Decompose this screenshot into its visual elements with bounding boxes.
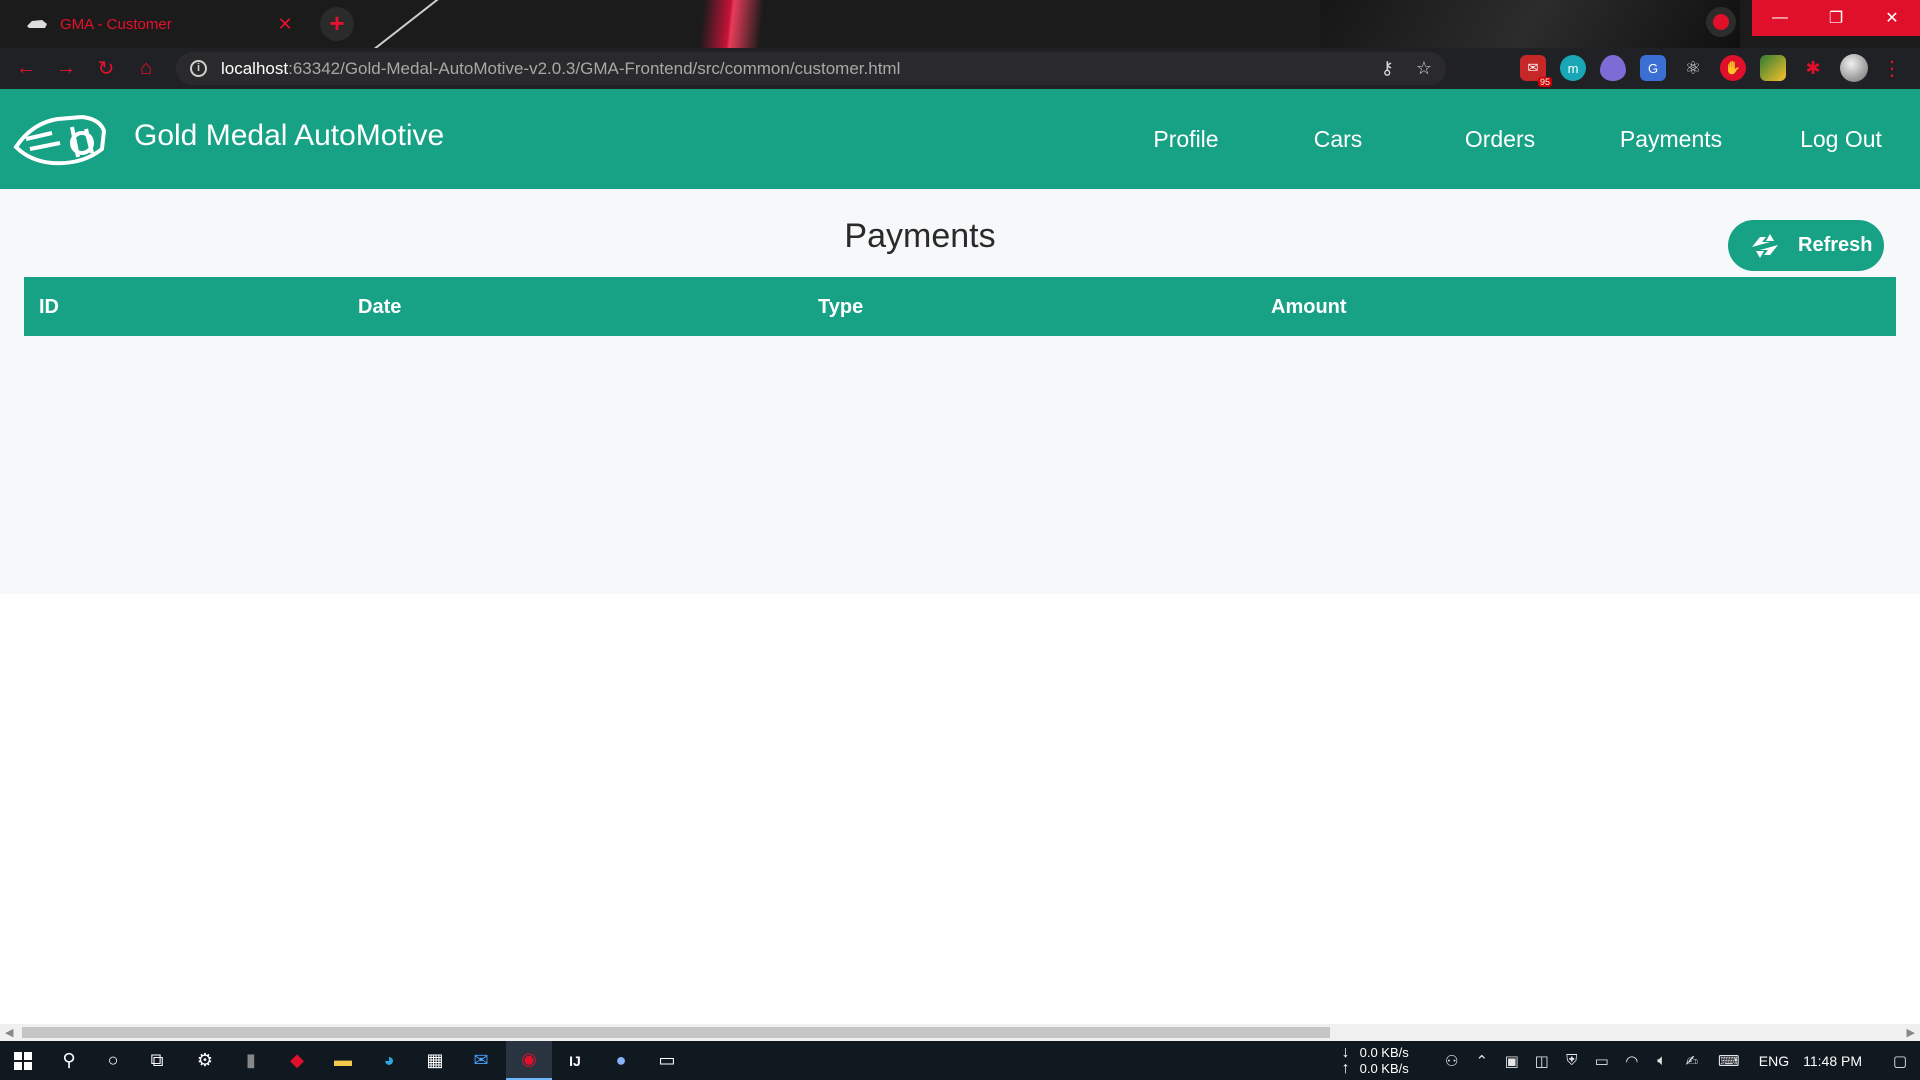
mouse-app-icon[interactable]: ▮ — [228, 1041, 274, 1080]
download-speed: 0.0 KB/s — [1359, 1044, 1409, 1060]
top-navbar: Gold Medal AutoMotive Profile Cars Order… — [0, 89, 1920, 189]
system-tray: ↓ ↑ 0.0 KB/s 0.0 KB/s ⚇ ⌃ ▣ ◫ ⛨ ▭ ◠ 🔈︎ ✍ … — [1342, 1041, 1920, 1080]
pen-icon[interactable]: ✍ — [1677, 1052, 1707, 1070]
nav-orders-link[interactable]: Orders — [1460, 126, 1540, 153]
browser-window: GMA - Customer ✕ + — ❐ ✕ ← → ↻ ⌂ i local… — [0, 0, 1920, 89]
mail-extension-icon[interactable]: ✉ 95 — [1520, 55, 1552, 87]
cortana-icon[interactable]: ○ — [90, 1041, 136, 1080]
clock[interactable]: 11:48 PM — [1803, 1053, 1862, 1069]
site-info-icon[interactable]: i — [190, 60, 207, 77]
wallpaper-shape — [1320, 0, 1740, 48]
security-shield-icon[interactable]: ⛨ — [1557, 1052, 1587, 1069]
windows-start-icon[interactable] — [0, 1041, 46, 1080]
people-icon[interactable]: ⚇ — [1437, 1052, 1467, 1070]
car-favicon-icon — [27, 20, 47, 28]
chrome-taskbar-icon[interactable]: ◉ — [506, 1041, 552, 1080]
refresh-label: Refresh — [1798, 234, 1873, 256]
nav-cars-link[interactable]: Cars — [1308, 126, 1368, 153]
tray-app-icon[interactable]: ▣ — [1497, 1052, 1527, 1070]
horizontal-scrollbar[interactable]: ◀ ▶ — [0, 1024, 1920, 1041]
refresh-icon — [1752, 233, 1778, 258]
settings-gear-icon[interactable]: ⚙ — [182, 1041, 228, 1080]
m-extension-icon[interactable]: m — [1560, 55, 1586, 81]
bookmark-star-icon[interactable]: ☆ — [1416, 58, 1432, 79]
page-title: Payments — [844, 217, 996, 255]
mail-icon[interactable]: ✉ — [458, 1041, 504, 1080]
brand-name[interactable]: Gold Medal AutoMotive — [134, 119, 444, 153]
drop-app-icon[interactable]: ● — [598, 1041, 644, 1080]
payments-section: Payments Refresh ID Date Type Amount — [0, 189, 1920, 594]
battery-icon[interactable]: ▭ — [1587, 1052, 1617, 1070]
reload-icon[interactable]: ↻ — [86, 49, 126, 89]
language-indicator[interactable]: ENG — [1759, 1053, 1789, 1069]
new-tab-button[interactable]: + — [320, 7, 354, 41]
column-header-amount[interactable]: Amount — [1271, 296, 1347, 319]
nav-logout-link[interactable]: Log Out — [1796, 126, 1886, 153]
upload-speed: 0.0 KB/s — [1359, 1060, 1409, 1076]
drop-extension-icon[interactable] — [1600, 55, 1626, 81]
keyboard-icon[interactable]: ⌨ — [1707, 1052, 1751, 1070]
notifications-icon[interactable]: ▢ — [1880, 1052, 1920, 1070]
nav-payments-link[interactable]: Payments — [1616, 126, 1726, 153]
scroll-right-icon[interactable]: ▶ — [1907, 1026, 1915, 1039]
hand-extension-icon[interactable]: ✋ — [1720, 55, 1746, 81]
nav-links: Profile Cars Orders Payments Log Out — [1146, 89, 1886, 189]
url-path: :63342/Gold-Medal-AutoMotive-v2.0.3/GMA-… — [288, 58, 901, 78]
payments-table-header: ID Date Type Amount — [24, 277, 1896, 336]
network-speed: ↓ ↑ 0.0 KB/s 0.0 KB/s — [1341, 1043, 1409, 1077]
red-app-icon[interactable]: ◆ — [274, 1041, 320, 1080]
profile-avatar[interactable] — [1840, 54, 1868, 82]
browser-toolbar: ← → ↻ ⌂ i localhost:63342/Gold-Medal-Aut… — [0, 48, 1920, 89]
show-hidden-icons-chevron-icon[interactable]: ⌃ — [1467, 1052, 1497, 1070]
column-header-date[interactable]: Date — [358, 296, 401, 319]
puzzle-extensions-icon[interactable]: ✱ — [1800, 55, 1826, 81]
web-page: Gold Medal AutoMotive Profile Cars Order… — [0, 89, 1920, 1024]
windows-taskbar: ⚲ ○ ⧉ ⚙ ▮ ◆ ▬ ◕ ▦ ✉ ◉ IJ ● ▭ ↓ ↑ 0.0 KB/s… — [0, 1041, 1920, 1080]
menu-kebab-icon[interactable]: ⋮ — [1882, 56, 1902, 81]
column-header-type[interactable]: Type — [818, 296, 863, 319]
url-host: localhost — [221, 58, 289, 78]
tab-close-icon[interactable]: ✕ — [274, 14, 296, 35]
forward-arrow-icon[interactable]: → — [46, 49, 86, 89]
up-down-arrows-icon: ↓ ↑ — [1341, 1043, 1350, 1077]
window-controls: — ❐ ✕ — [1752, 0, 1920, 36]
react-extension-icon[interactable]: ⚛ — [1680, 55, 1706, 81]
scroll-left-icon[interactable]: ◀ — [5, 1026, 13, 1039]
color-extension-icon[interactable] — [1760, 55, 1786, 81]
extension-badge: 95 — [1537, 77, 1552, 87]
restore-button[interactable]: ❐ — [1808, 0, 1864, 36]
volume-icon[interactable]: 🔈︎ — [1647, 1052, 1677, 1069]
translate-extension-icon[interactable]: G — [1640, 55, 1666, 81]
record-icon[interactable] — [1706, 7, 1736, 37]
camera-icon[interactable]: ◫ — [1527, 1052, 1557, 1070]
browser-tab[interactable]: GMA - Customer ✕ — [8, 4, 310, 44]
task-view-icon[interactable]: ⧉ — [134, 1041, 180, 1080]
scrollbar-thumb[interactable] — [22, 1027, 1330, 1038]
home-icon[interactable]: ⌂ — [126, 49, 166, 89]
wifi-icon[interactable]: ◠ — [1617, 1052, 1647, 1070]
tab-title: GMA - Customer — [60, 15, 172, 33]
car-logo-icon[interactable] — [12, 109, 108, 169]
file-explorer-icon[interactable]: ▬ — [320, 1041, 366, 1080]
refresh-button[interactable]: Refresh — [1728, 220, 1884, 271]
close-window-button[interactable]: ✕ — [1864, 0, 1920, 36]
edge-browser-icon[interactable]: ◕ — [366, 1041, 412, 1080]
column-header-id[interactable]: ID — [39, 296, 59, 319]
intellij-icon[interactable]: IJ — [552, 1041, 598, 1080]
wallpaper-line — [368, 0, 442, 54]
minimize-button[interactable]: — — [1752, 0, 1808, 36]
search-icon[interactable]: ⚲ — [46, 1041, 92, 1080]
store-icon[interactable]: ▦ — [412, 1041, 458, 1080]
address-bar[interactable]: i localhost:63342/Gold-Medal-AutoMotive-… — [176, 52, 1446, 85]
terminal-icon[interactable]: ▭ — [644, 1041, 690, 1080]
extensions-bar: ✉ 95 m G ⚛ ✋ ✱ ⋮ — [1520, 54, 1902, 87]
back-arrow-icon[interactable]: ← — [6, 49, 46, 89]
nav-profile-link[interactable]: Profile — [1146, 126, 1226, 153]
key-icon[interactable]: ⚷ — [1381, 58, 1394, 79]
